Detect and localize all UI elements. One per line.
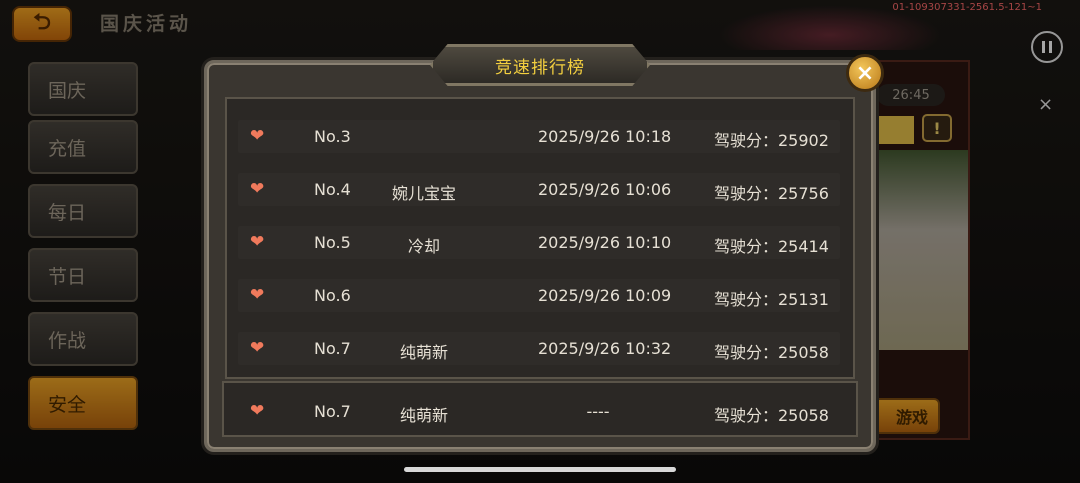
row-time: 2025/9/26 10:06 — [538, 180, 672, 199]
my-score: 驾驶分：25058 — [714, 406, 829, 425]
heart-icon: ❤ — [250, 126, 265, 146]
row-player-name: 冷却 — [407, 237, 440, 256]
leaderboard-row: ❤ No.3 2025/9/26 10:18 驾驶分：25902 — [238, 120, 840, 153]
row-score: 驾驶分：25058 — [714, 343, 829, 362]
row-score: 驾驶分：25902 — [714, 131, 829, 150]
leaderboard-row: ❤ No.7 纯萌新 2025/9/26 10:32 驾驶分：25058 — [238, 332, 840, 365]
heart-icon: ❤ — [250, 401, 265, 421]
leaderboard-title: 竞速排行榜 — [495, 57, 585, 78]
leaderboard-title-plate: 竞速排行榜 — [430, 44, 650, 86]
row-rank: No.4 — [314, 180, 351, 199]
row-player-name: 婉儿宝宝 — [391, 184, 456, 203]
my-player-name: 纯萌新 — [399, 406, 448, 425]
heart-icon: ❤ — [250, 338, 265, 358]
row-rank: No.7 — [314, 339, 351, 358]
leaderboard-row: ❤ No.4 婉儿宝宝 2025/9/26 10:06 驾驶分：25756 — [238, 173, 840, 206]
row-player-name: 纯萌新 — [399, 343, 448, 362]
my-time: ---- — [586, 402, 610, 421]
home-indicator[interactable] — [404, 467, 676, 472]
close-button[interactable]: × — [846, 54, 884, 92]
row-score: 驾驶分：25756 — [714, 184, 829, 203]
row-score: 驾驶分：25414 — [714, 237, 829, 256]
my-rank-row: ❤ No.7 纯萌新 ---- 驾驶分：25058 — [238, 395, 840, 428]
row-time: 2025/9/26 10:18 — [538, 127, 672, 146]
row-time: 2025/9/26 10:10 — [538, 233, 672, 252]
row-rank: No.3 — [314, 127, 351, 146]
row-score: 驾驶分：25131 — [714, 290, 829, 309]
row-rank: No.6 — [314, 286, 351, 305]
heart-icon: ❤ — [250, 179, 265, 199]
row-time: 2025/9/26 10:09 — [538, 286, 672, 305]
heart-icon: ❤ — [250, 232, 265, 252]
row-time: 2025/9/26 10:32 — [538, 339, 672, 358]
leaderboard-row: ❤ No.6 2025/9/26 10:09 驾驶分：25131 — [238, 279, 840, 312]
my-rank: No.7 — [314, 402, 351, 421]
heart-icon: ❤ — [250, 285, 265, 305]
row-rank: No.5 — [314, 233, 351, 252]
close-icon: × — [855, 60, 875, 86]
leaderboard-row: ❤ No.5 冷却 2025/9/26 10:10 驾驶分：25414 — [238, 226, 840, 259]
